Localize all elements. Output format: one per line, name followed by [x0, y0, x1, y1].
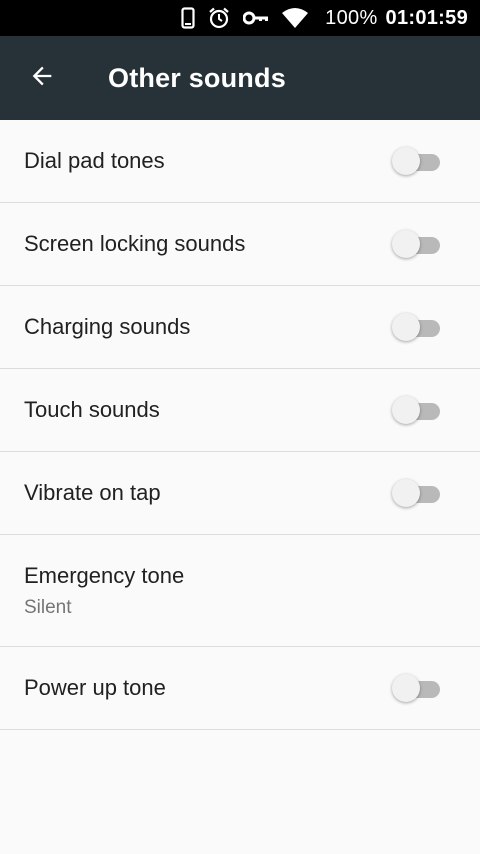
setting-summary: Silent — [24, 596, 72, 618]
wifi-icon — [281, 7, 309, 29]
settings-list: Dial pad tones Screen locking sounds Cha… — [0, 120, 480, 730]
battery-percentage: 100% — [325, 6, 378, 29]
charging-sounds-row[interactable]: Charging sounds — [0, 286, 480, 369]
vibrate-on-tap-row[interactable]: Vibrate on tap — [0, 452, 480, 535]
dial-pad-tones-row[interactable]: Dial pad tones — [0, 120, 480, 203]
switch-thumb — [392, 396, 420, 424]
switch-thumb — [392, 147, 420, 175]
power-up-tone-switch[interactable] — [392, 674, 440, 702]
vibrate-on-tap-switch[interactable] — [392, 479, 440, 507]
status-time: 01:01:59 — [385, 6, 468, 29]
screen-locking-sounds-row[interactable]: Screen locking sounds — [0, 203, 480, 286]
app-bar: Other sounds — [0, 36, 480, 120]
charging-sounds-switch[interactable] — [392, 313, 440, 341]
vpn-key-icon — [243, 10, 269, 26]
dial-pad-tones-switch[interactable] — [392, 147, 440, 175]
power-up-tone-row[interactable]: Power up tone — [0, 647, 480, 730]
switch-thumb — [392, 674, 420, 702]
switch-thumb — [392, 479, 420, 507]
switch-thumb — [392, 313, 420, 341]
setting-title: Emergency tone — [24, 562, 185, 588]
status-bar: 100% 01:01:59 — [0, 0, 480, 36]
screen-locking-sounds-switch[interactable] — [392, 230, 440, 258]
touch-sounds-row[interactable]: Touch sounds — [0, 369, 480, 452]
page-title: Other sounds — [108, 62, 286, 93]
switch-thumb — [392, 230, 420, 258]
phone-icon — [181, 7, 195, 29]
touch-sounds-switch[interactable] — [392, 396, 440, 424]
back-button[interactable] — [0, 36, 84, 120]
emergency-tone-row[interactable]: Emergency tone Silent — [0, 535, 480, 647]
arrow-back-icon — [28, 62, 56, 95]
alarm-icon — [207, 6, 231, 30]
